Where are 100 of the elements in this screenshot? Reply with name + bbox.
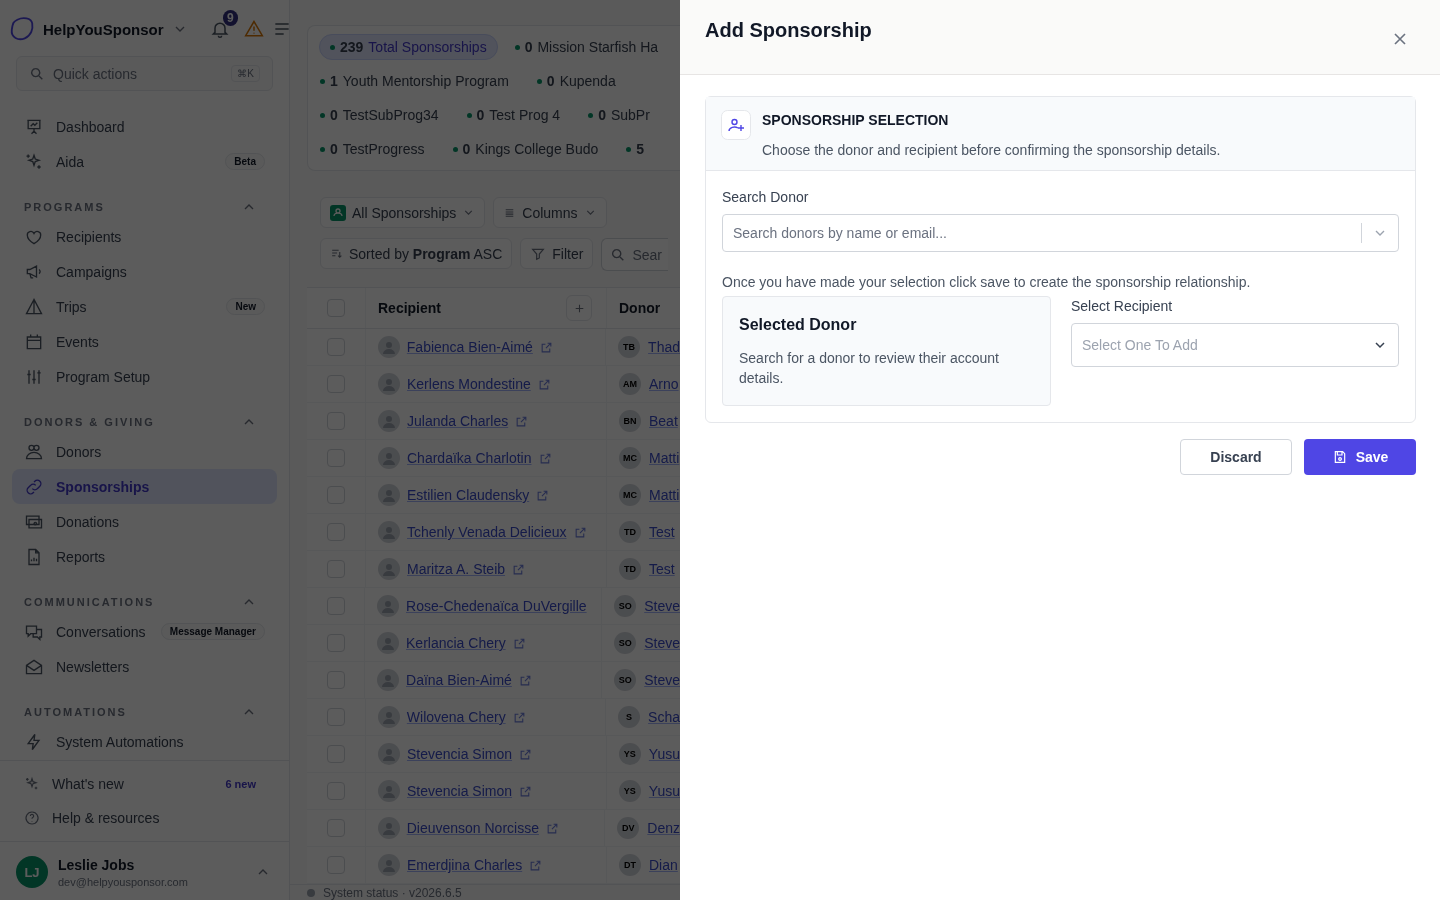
- sidebar-item-label: Trips: [56, 298, 88, 315]
- filter-button[interactable]: Filter: [520, 238, 594, 269]
- sidebar-item[interactable]: Donations: [12, 504, 277, 539]
- warning-icon[interactable]: [243, 19, 264, 39]
- recipient-link[interactable]: Emerdjina Charles: [407, 857, 523, 873]
- program-stat[interactable]: 0 Test Prog 4: [465, 102, 572, 128]
- donor-link[interactable]: Steve: [644, 598, 680, 614]
- donor-link[interactable]: Test: [649, 561, 675, 577]
- section-description: Choose the donor and recipient before confirming the sponsorship details.: [762, 142, 1221, 158]
- external-link-icon[interactable]: [512, 710, 526, 724]
- donor-link[interactable]: Steve: [644, 635, 680, 651]
- recipient-link[interactable]: Fabienca Bien-Aimé: [406, 339, 533, 355]
- view-dropdown[interactable]: All Sponsorships: [320, 197, 486, 228]
- sidebar-item[interactable]: System Automations: [12, 724, 277, 759]
- external-link-icon[interactable]: [573, 525, 587, 539]
- columns-dropdown[interactable]: Columns: [493, 197, 607, 228]
- recipient-link[interactable]: Stevencia Simon: [406, 783, 513, 799]
- sidebar-item[interactable]: Donors: [12, 434, 277, 469]
- donor-link[interactable]: Beat: [649, 413, 678, 429]
- external-link-icon[interactable]: [518, 673, 532, 687]
- brand-name: HelpYouSponsor: [43, 20, 164, 38]
- donor-link[interactable]: Matti: [649, 487, 680, 503]
- search-icon: [29, 65, 45, 82]
- sidebar-item-label: Conversations: [56, 623, 147, 640]
- donor-link[interactable]: Matti: [649, 450, 680, 466]
- external-link-icon[interactable]: [512, 636, 526, 650]
- sidebar-item-label: Dashboard: [56, 118, 126, 135]
- program-stat[interactable]: 239 Total Sponsorships: [319, 34, 498, 60]
- avatar-icon: [378, 373, 400, 395]
- external-link-icon[interactable]: [519, 784, 533, 798]
- program-stat[interactable]: 0 TestProgress: [319, 136, 436, 162]
- sidebar-item-label: Donations: [56, 513, 121, 530]
- sidebar-item[interactable]: Conversations Message Manager: [12, 614, 277, 649]
- donor-link[interactable]: Yusu: [648, 783, 680, 799]
- recipient-select[interactable]: Select One To Add: [1071, 323, 1399, 367]
- external-link-icon[interactable]: [529, 858, 543, 872]
- external-link-icon[interactable]: [545, 821, 559, 835]
- sidebar-item[interactable]: Aida Beta: [12, 144, 277, 179]
- sidebar-item[interactable]: Events: [12, 324, 277, 359]
- add-column-button[interactable]: [566, 295, 592, 321]
- external-link-icon[interactable]: [539, 340, 553, 354]
- sidebar-item[interactable]: Newsletters: [12, 649, 277, 684]
- external-link-icon[interactable]: [512, 562, 526, 576]
- donor-link[interactable]: Scha: [648, 709, 680, 725]
- donor-link[interactable]: Dian: [649, 857, 678, 873]
- program-stat[interactable]: 0 Mission Starfish Ha: [513, 34, 670, 60]
- donor-link[interactable]: Steve: [644, 672, 680, 688]
- sidebar-item[interactable]: Sponsorships: [12, 469, 277, 504]
- recipient-link[interactable]: Estilien Claudensky: [407, 487, 530, 503]
- donor-avatar: DV: [617, 817, 640, 839]
- donor-avatar: YS: [618, 743, 641, 765]
- donor-link[interactable]: Denz: [647, 820, 680, 836]
- donor-link[interactable]: Test: [649, 524, 675, 540]
- sidebar-item[interactable]: Campaigns: [12, 254, 277, 289]
- sidebar-item[interactable]: Dashboard: [12, 109, 277, 144]
- recipient-link[interactable]: Rose-Chedenaïca DuVergille: [406, 598, 587, 614]
- donor-avatar: MC: [619, 447, 641, 469]
- recipient-link[interactable]: Wilovena Chery: [406, 709, 506, 725]
- program-stat[interactable]: 5: [625, 136, 656, 162]
- donor-link[interactable]: Thad: [648, 339, 680, 355]
- external-link-icon[interactable]: [515, 414, 529, 428]
- recipient-link[interactable]: Daïna Bien-Aimé: [406, 672, 512, 688]
- recipient-link[interactable]: Kerlancia Chery: [406, 635, 506, 651]
- sidebar-link[interactable]: Help & resources: [0, 801, 289, 835]
- external-link-icon[interactable]: [538, 451, 552, 465]
- sidebar-item[interactable]: Program Setup: [12, 359, 277, 394]
- donor-link[interactable]: Arno: [649, 376, 679, 392]
- recipient-link[interactable]: Dieuvenson Norcisse: [406, 820, 539, 836]
- recipient-link[interactable]: Tchenly Venada Delicieux: [407, 524, 567, 540]
- external-link-icon[interactable]: [536, 488, 550, 502]
- sidebar-item-label: Reports: [56, 548, 107, 565]
- save-button[interactable]: Save: [1304, 439, 1416, 475]
- sidebar-item-label: System Automations: [56, 733, 185, 750]
- drawer-title: Add Sponsorship: [705, 19, 872, 42]
- donor-link[interactable]: Yusu: [648, 746, 680, 762]
- sidebar-item[interactable]: Recipients: [12, 219, 277, 254]
- sidebar-item-label: Campaigns: [56, 263, 128, 280]
- program-stat[interactable]: 0 TestSubProg34: [319, 102, 450, 128]
- external-link-icon[interactable]: [519, 747, 533, 761]
- program-stat[interactable]: 0 SubPr: [587, 102, 661, 128]
- discard-button[interactable]: Discard: [1180, 439, 1292, 475]
- sort-button[interactable]: Sorted by Program ASC: [320, 238, 513, 269]
- recipient-link[interactable]: Kerlens Mondestine: [407, 376, 531, 392]
- sidebar-link[interactable]: What's new 6 new: [0, 767, 289, 801]
- avatar-icon: [377, 706, 400, 728]
- recipient-link[interactable]: Maritza A. Steib: [407, 561, 506, 577]
- program-stat[interactable]: 0 Kupenda: [535, 68, 627, 94]
- recipient-link[interactable]: Chardaïka Charlotin: [407, 450, 532, 466]
- sidebar-item[interactable]: Trips New: [12, 289, 277, 324]
- sidebar-item-label: Donors: [56, 443, 103, 460]
- sidebar-item[interactable]: Reports: [12, 539, 277, 574]
- logo-icon: [9, 16, 35, 42]
- recipient-link[interactable]: Julanda Charles: [407, 413, 509, 429]
- donor-search-field[interactable]: Search donors by name or email...: [722, 214, 1399, 252]
- column-header: Recipient: [378, 300, 441, 316]
- external-link-icon[interactable]: [537, 377, 551, 391]
- program-stat[interactable]: 0 Kings College Budo: [451, 136, 610, 162]
- recipient-link[interactable]: Stevencia Simon: [406, 746, 513, 762]
- sidebar-badge: New: [226, 298, 265, 315]
- program-stat[interactable]: 1 Youth Mentorship Program: [319, 68, 520, 94]
